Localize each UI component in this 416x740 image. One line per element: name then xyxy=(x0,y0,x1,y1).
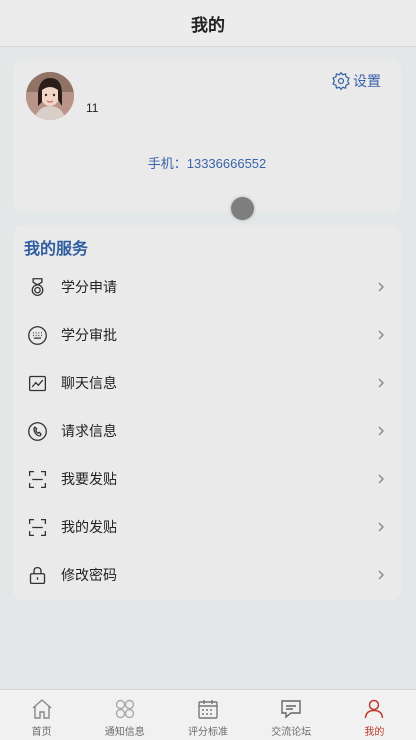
gear-icon xyxy=(332,71,350,91)
avatar[interactable] xyxy=(26,72,74,120)
chevron-right-icon xyxy=(378,426,384,436)
service-label: 请求信息 xyxy=(61,423,117,439)
tab-label: 通知信息 xyxy=(104,727,145,738)
chevron-right-icon xyxy=(378,522,384,532)
medal-icon xyxy=(26,276,48,298)
service-item-change-password[interactable]: 修改密码 xyxy=(13,551,401,599)
service-item-create-post[interactable]: 我要发贴 xyxy=(13,455,401,503)
tab-forum[interactable]: 交流论坛 xyxy=(250,690,333,740)
user-icon xyxy=(365,699,384,719)
service-label: 修改密码 xyxy=(61,567,117,583)
avatar-image xyxy=(26,72,74,120)
chevron-right-icon xyxy=(378,474,384,484)
keyboard-icon xyxy=(26,324,48,346)
service-label: 聊天信息 xyxy=(61,375,117,391)
service-label: 我的发贴 xyxy=(61,519,117,535)
tab-mine[interactable]: 我的 xyxy=(333,690,416,740)
tab-scoring-standard[interactable]: 评分标准 xyxy=(166,690,249,740)
service-item-my-posts[interactable]: 我的发贴 xyxy=(13,503,401,551)
tab-label: 我的 xyxy=(364,727,385,738)
scan-icon xyxy=(26,468,48,490)
services-title: 我的服务 xyxy=(24,241,89,258)
tab-label: 首页 xyxy=(31,727,52,738)
chevron-right-icon xyxy=(378,282,384,292)
tab-label: 评分标准 xyxy=(188,727,228,738)
chevron-right-icon xyxy=(378,378,384,388)
scan-icon xyxy=(26,516,48,538)
chat-icon xyxy=(281,700,301,719)
bottom-tab-bar: 首页 通知信息 评分标准 交流论坛 我的 xyxy=(0,689,416,740)
settings-label: 设置 xyxy=(353,73,381,89)
settings-button[interactable]: 设置 xyxy=(331,71,381,91)
services-card: 我的服务 学分申请 学分审批 聊天信息 请求信息 我要发贴 我的发贴 修改密码 xyxy=(13,225,401,600)
service-item-chat-info[interactable]: 聊天信息 xyxy=(13,359,401,407)
tab-notifications[interactable]: 通知信息 xyxy=(83,690,166,740)
service-item-credit-approve[interactable]: 学分审批 xyxy=(13,311,401,359)
grid-icon xyxy=(115,699,134,719)
home-icon xyxy=(32,699,52,719)
calendar-icon xyxy=(198,700,218,719)
chevron-right-icon xyxy=(378,330,384,340)
service-label: 学分申请 xyxy=(61,279,117,295)
service-item-request-info[interactable]: 请求信息 xyxy=(13,407,401,455)
top-bar: 我的 xyxy=(0,0,416,47)
chart-icon xyxy=(26,372,48,394)
phone-number: 手机：13336666552 xyxy=(147,156,267,171)
tab-home[interactable]: 首页 xyxy=(0,690,83,740)
services-list: 学分申请 学分审批 聊天信息 请求信息 我要发贴 我的发贴 修改密码 xyxy=(13,263,401,599)
service-item-credit-apply[interactable]: 学分申请 xyxy=(13,263,401,311)
chevron-right-icon xyxy=(378,570,384,580)
page-title: 我的 xyxy=(191,15,225,35)
lock-icon xyxy=(26,564,48,586)
tab-label: 交流论坛 xyxy=(271,727,312,738)
floating-assistive-button[interactable] xyxy=(231,197,254,220)
phone-icon xyxy=(26,420,48,442)
username: 11 xyxy=(86,101,99,115)
service-label: 我要发贴 xyxy=(61,471,117,487)
service-label: 学分审批 xyxy=(61,327,117,343)
profile-card: 11 设置 手机：13336666552 xyxy=(13,59,401,212)
